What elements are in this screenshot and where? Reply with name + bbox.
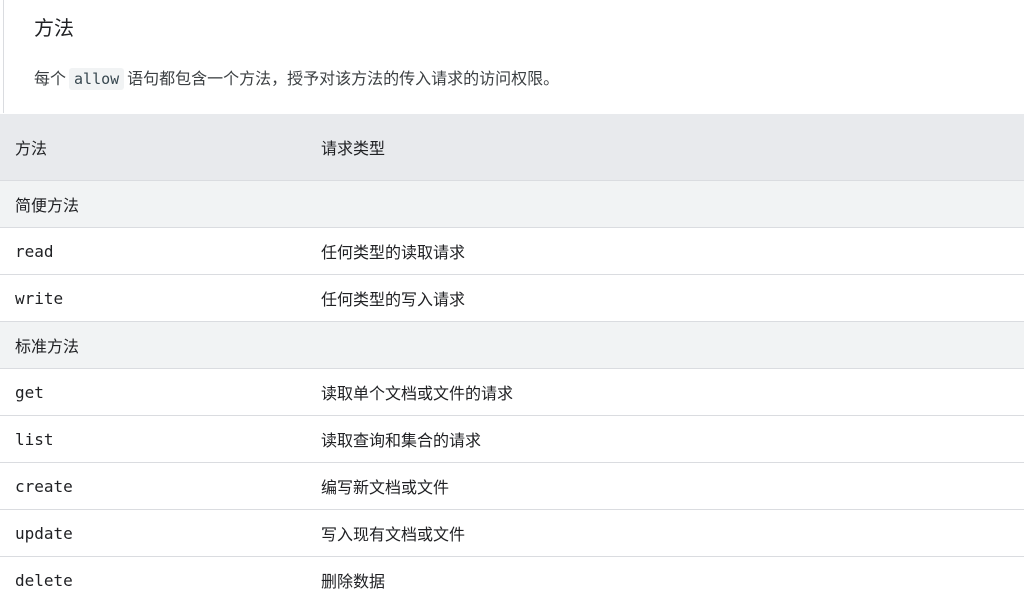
description-cell: 任何类型的读取请求 (306, 227, 1024, 275)
group-row-convenience: 简便方法 (0, 180, 1024, 228)
description-cell: 读取查询和集合的请求 (306, 415, 1024, 463)
section-intro: 每个 allow 语句都包含一个方法，授予对该方法的传入请求的访问权限。 (34, 66, 559, 92)
docs-page: 方法 每个 allow 语句都包含一个方法，授予对该方法的传入请求的访问权限。 方法… (0, 0, 1024, 603)
inline-code-allow: allow (69, 68, 125, 90)
intro-text-end: 语句都包含一个方法，授予对该方法的传入请求的访问权限。 (127, 69, 560, 88)
group-row-standard: 标准方法 (0, 321, 1024, 369)
intro-text-start: 每个 (34, 69, 67, 88)
table-row: update 写入现有文档或文件 (0, 509, 1024, 557)
table-row: read 任何类型的读取请求 (0, 227, 1024, 275)
table-row: list 读取查询和集合的请求 (0, 415, 1024, 463)
description-cell: 删除数据 (321, 572, 386, 591)
method-cell: write (0, 274, 306, 322)
table-row: create 编写新文档或文件 (0, 462, 1024, 510)
table-header-row: 方法 请求类型 (0, 114, 1024, 181)
description-cell: 编写新文档或文件 (306, 462, 1024, 510)
description-cell: 任何类型的写入请求 (306, 274, 1024, 322)
description-cell: 读取单个文档或文件的请求 (306, 368, 1024, 416)
content-left-rule (3, 0, 4, 113)
group-title: 标准方法 (0, 321, 1024, 369)
header-method: 方法 (0, 114, 306, 181)
method-cell: delete (15, 570, 73, 590)
section-heading: 方法 (34, 16, 74, 40)
method-cell: create (0, 462, 306, 510)
table-row: write 任何类型的写入请求 (0, 274, 1024, 322)
table-row: get 读取单个文档或文件的请求 (0, 368, 1024, 416)
group-title: 简便方法 (0, 180, 1024, 228)
method-cell: update (0, 509, 306, 557)
description-cell: 写入现有文档或文件 (306, 509, 1024, 557)
header-request-type: 请求类型 (306, 114, 1024, 181)
method-cell: list (0, 415, 306, 463)
method-cell: get (0, 368, 306, 416)
methods-table: 方法 请求类型 简便方法 read 任何类型的读取请求 write 任何类型的写… (0, 114, 1024, 603)
table-row: delete 删除数据 (0, 557, 1024, 603)
method-cell: read (0, 227, 306, 275)
